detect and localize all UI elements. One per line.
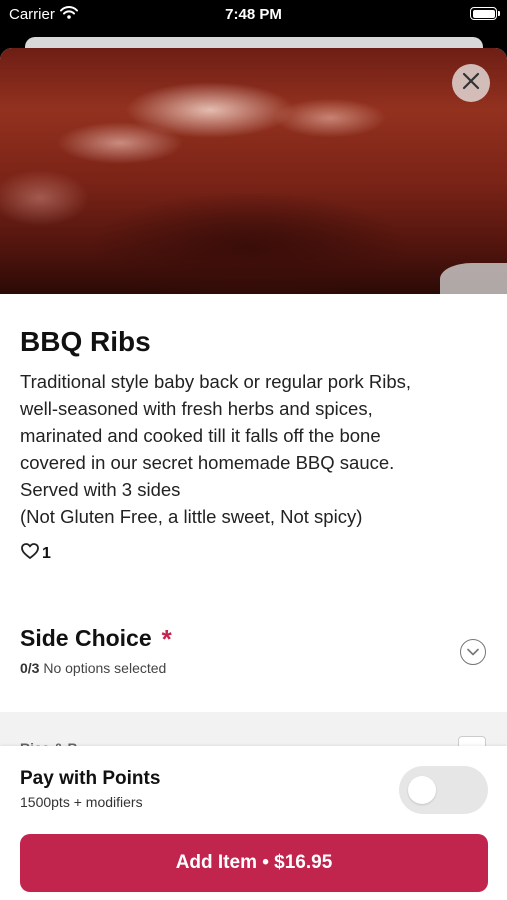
item-photo (0, 48, 507, 294)
close-icon (462, 72, 480, 95)
side-choice-section[interactable]: Side Choice * 0/3 No options selected (20, 625, 487, 676)
status-time: 7:48 PM (225, 6, 282, 23)
expand-toggle[interactable] (460, 639, 486, 665)
selection-count: 0/3 (20, 660, 40, 676)
add-item-button[interactable]: Add Item • $16.95 (20, 834, 488, 892)
required-indicator: * (161, 623, 172, 654)
toggle-knob (408, 776, 436, 804)
points-cost: 1500pts + modifiers (20, 794, 143, 810)
close-button[interactable] (452, 64, 490, 102)
item-title: BBQ Ribs (20, 326, 151, 357)
item-description: Traditional style baby back or regular p… (20, 371, 412, 527)
like-count: 1 (42, 544, 51, 562)
item-info: BBQ Ribs Traditional style baby back or … (20, 326, 487, 565)
selection-status: No options selected (43, 660, 167, 676)
side-choice-title: Side Choice (20, 625, 152, 651)
footer-panel: Pay with Points 1500pts + modifiers Add … (0, 746, 507, 900)
plate-edge (440, 263, 507, 294)
status-bar: Carrier 7:48 PM (0, 0, 507, 30)
heart-icon (20, 542, 40, 565)
item-detail-sheet: BBQ Ribs Traditional style baby back or … (0, 48, 507, 900)
chevron-down-icon (467, 643, 479, 661)
pay-with-points-title: Pay with Points (20, 768, 161, 789)
battery-icon (470, 7, 500, 20)
like-button[interactable]: 1 (20, 542, 487, 565)
side-choice-status: 0/3 No options selected (20, 660, 487, 676)
pay-with-points-toggle[interactable] (399, 766, 488, 814)
